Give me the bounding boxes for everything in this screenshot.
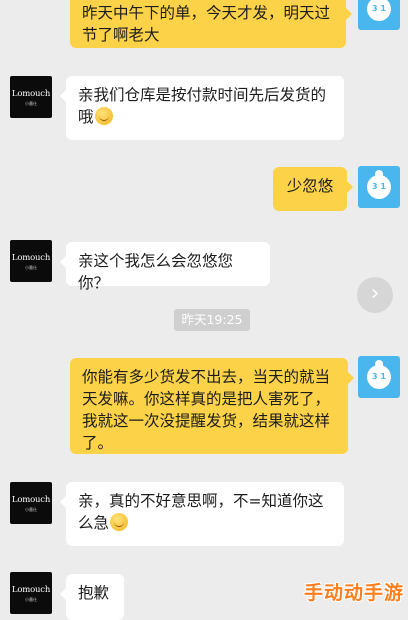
shop-brand-logo: Lomouch [11, 89, 51, 99]
shop-avatar[interactable]: Lomouch 小墨仕 [10, 482, 52, 524]
message-text: 你能有多少货发不出去，当天的就当天发嘛。你这样真的是把人害死了，我就这一次没提醒… [82, 368, 331, 452]
watermark-logo: 手动动手游 [303, 582, 404, 604]
user-avatar-icon: 3 1 [367, 360, 391, 389]
message-bubble-shop[interactable]: 亲这个我怎么会忽悠您你？ [60, 242, 270, 292]
message-text: 亲这个我怎么会忽悠您你？ [78, 252, 234, 292]
shop-brand-logo: Lomouch [11, 585, 51, 595]
user-avatar-icon: 3 1 [367, 170, 391, 199]
shop-avatar[interactable]: Lomouch 小墨仕 [10, 240, 52, 282]
user-avatar-icon: 3 1 [367, 0, 391, 21]
shop-brand-logo: Lomouch [11, 495, 51, 505]
next-arrow-button[interactable]: › [357, 277, 393, 313]
message-text: 少忽悠 [286, 177, 334, 195]
shop-brand-sub: 小墨仕 [25, 597, 37, 602]
message-bubble-shop[interactable]: 亲我们仓库是按付款时间先后发货的哦 [60, 76, 344, 140]
user-avatar[interactable]: 3 1 [358, 356, 400, 398]
shop-brand-sub: 小墨仕 [25, 101, 37, 106]
message-text: 昨天中午下的单，今天才发，明天过节了啊老大 [82, 4, 331, 44]
user-avatar[interactable]: 3 1 [358, 166, 400, 208]
message-bubble-shop[interactable]: 亲，真的不好意思啊，不=知道你这么急 [60, 482, 344, 546]
message-text: 亲我们仓库是按付款时间先后发货的哦 [78, 86, 327, 126]
timestamp-divider: 昨天19:25 [174, 309, 250, 331]
shop-brand-sub: 小墨仕 [25, 265, 37, 270]
message-bubble-user[interactable]: 你能有多少货发不出去，当天的就当天发嘛。你这样真的是把人害死了，我就这一次没提醒… [70, 358, 354, 454]
message-text: 抱歉 [78, 584, 110, 602]
shop-avatar[interactable]: Lomouch 小墨仕 [10, 76, 52, 118]
shop-avatar[interactable]: Lomouch 小墨仕 [10, 572, 52, 614]
message-bubble-user[interactable]: 少忽悠 [273, 167, 353, 211]
message-bubble-shop[interactable]: 抱歉 [60, 574, 124, 620]
message-bubble-user[interactable]: 昨天中午下的单，今天才发，明天过节了啊老大 [70, 0, 352, 48]
shop-brand-logo: Lomouch [11, 253, 51, 263]
smile-emoji-icon [94, 107, 113, 125]
user-avatar[interactable]: 3 1 [358, 0, 400, 30]
embarrassed-emoji-icon [110, 513, 129, 531]
shop-brand-sub: 小墨仕 [25, 507, 37, 512]
